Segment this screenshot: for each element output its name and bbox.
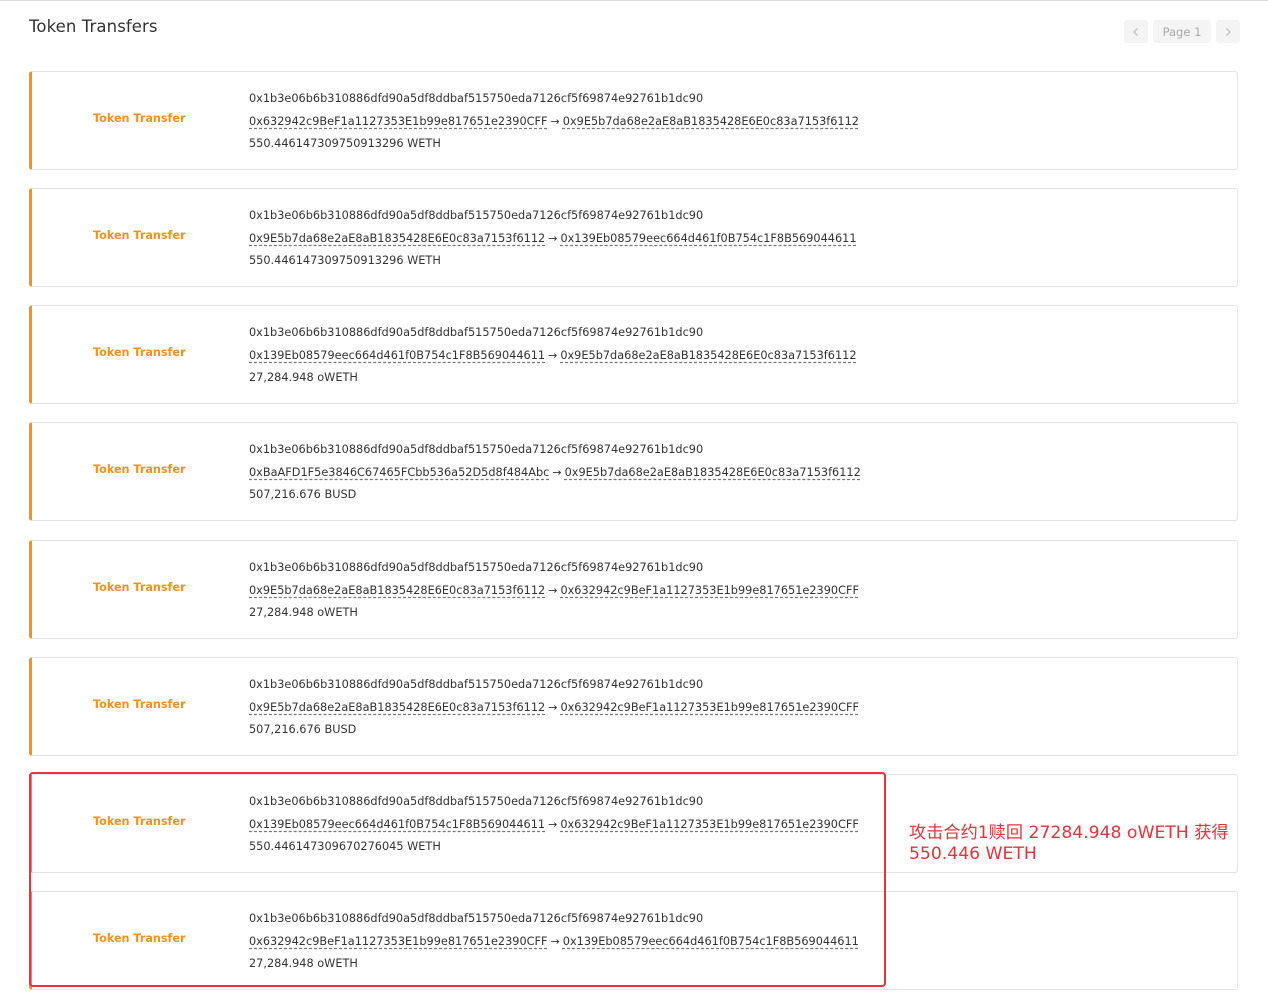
- transfer-amount: 27,284.948 oWETH: [249, 957, 358, 970]
- transfer-route: 0x632942c9BeF1a1127353E1b99e817651e2390C…: [249, 115, 859, 128]
- from-address-link[interactable]: 0x9E5b7da68e2aE8aB1835428E6E0c83a7153f61…: [249, 232, 545, 245]
- transfer-card: Token Transfer 0x1b3e06b6b310886dfd90a5d…: [29, 540, 1238, 639]
- tx-hash[interactable]: 0x1b3e06b6b310886dfd90a5df8ddbaf515750ed…: [249, 912, 703, 925]
- pagination: Page 1: [1124, 20, 1240, 44]
- transfer-card: Token Transfer 0x1b3e06b6b310886dfd90a5d…: [29, 657, 1238, 756]
- next-page-button[interactable]: [1216, 20, 1240, 43]
- transfer-type-label: Token Transfer: [93, 815, 186, 828]
- to-address-link[interactable]: 0x9E5b7da68e2aE8aB1835428E6E0c83a7153f61…: [565, 466, 861, 479]
- transfer-route: 0x139Eb08579eec664d461f0B754c1F8B5690446…: [249, 349, 857, 362]
- chevron-left-icon: [1133, 27, 1138, 36]
- arrow-right-icon: →: [552, 466, 562, 479]
- transfer-route: 0x9E5b7da68e2aE8aB1835428E6E0c83a7153f61…: [249, 232, 857, 245]
- arrow-right-icon: →: [548, 584, 558, 597]
- transfer-card: Token Transfer 0x1b3e06b6b310886dfd90a5d…: [29, 188, 1238, 287]
- annotation-line-1: 攻击合约1赎回 27284.948 oWETH 获得: [909, 823, 1229, 843]
- to-address-link[interactable]: 0x632942c9BeF1a1127353E1b99e817651e2390C…: [560, 818, 859, 831]
- transfer-route: 0x9E5b7da68e2aE8aB1835428E6E0c83a7153f61…: [249, 701, 859, 714]
- page-title: Token Transfers: [29, 17, 158, 36]
- transfer-type-label: Token Transfer: [93, 346, 186, 359]
- to-address-link[interactable]: 0x9E5b7da68e2aE8aB1835428E6E0c83a7153f61…: [563, 115, 859, 128]
- from-address-link[interactable]: 0x9E5b7da68e2aE8aB1835428E6E0c83a7153f61…: [249, 584, 545, 597]
- transfer-route: 0x139Eb08579eec664d461f0B754c1F8B5690446…: [249, 818, 859, 831]
- transfer-amount: 550.446147309750913296 WETH: [249, 254, 441, 267]
- from-address-link[interactable]: 0x9E5b7da68e2aE8aB1835428E6E0c83a7153f61…: [249, 701, 545, 714]
- transfer-card: Token Transfer 0x1b3e06b6b310886dfd90a5d…: [29, 422, 1238, 521]
- tx-hash[interactable]: 0x1b3e06b6b310886dfd90a5df8ddbaf515750ed…: [249, 795, 703, 808]
- tx-hash[interactable]: 0x1b3e06b6b310886dfd90a5df8ddbaf515750ed…: [249, 326, 703, 339]
- transfer-route: 0xBaAFD1F5e3846C67465FCbb536a52D5d8f484A…: [249, 466, 861, 479]
- tx-hash[interactable]: 0x1b3e06b6b310886dfd90a5df8ddbaf515750ed…: [249, 92, 703, 105]
- annotation-line-2: 550.446 WETH: [909, 844, 1037, 864]
- top-divider: [0, 0, 1268, 1]
- from-address-link[interactable]: 0x632942c9BeF1a1127353E1b99e817651e2390C…: [249, 935, 548, 948]
- to-address-link[interactable]: 0x9E5b7da68e2aE8aB1835428E6E0c83a7153f61…: [560, 349, 856, 362]
- transfer-type-label: Token Transfer: [93, 698, 186, 711]
- tx-hash[interactable]: 0x1b3e06b6b310886dfd90a5df8ddbaf515750ed…: [249, 678, 703, 691]
- to-address-link[interactable]: 0x632942c9BeF1a1127353E1b99e817651e2390C…: [560, 701, 859, 714]
- to-address-link[interactable]: 0x139Eb08579eec664d461f0B754c1F8B5690446…: [560, 232, 856, 245]
- tx-hash[interactable]: 0x1b3e06b6b310886dfd90a5df8ddbaf515750ed…: [249, 443, 703, 456]
- prev-page-button[interactable]: [1124, 20, 1148, 43]
- transfer-route: 0x632942c9BeF1a1127353E1b99e817651e2390C…: [249, 935, 859, 948]
- transfer-amount: 27,284.948 oWETH: [249, 371, 358, 384]
- from-address-link[interactable]: 0xBaAFD1F5e3846C67465FCbb536a52D5d8f484A…: [249, 466, 549, 479]
- transfer-type-label: Token Transfer: [93, 932, 186, 945]
- arrow-right-icon: →: [548, 701, 558, 714]
- arrow-right-icon: →: [548, 818, 558, 831]
- to-address-link[interactable]: 0x632942c9BeF1a1127353E1b99e817651e2390C…: [560, 584, 859, 597]
- transfer-card: Token Transfer 0x1b3e06b6b310886dfd90a5d…: [29, 891, 1238, 990]
- transfer-amount: 507,216.676 BUSD: [249, 488, 357, 501]
- from-address-link[interactable]: 0x139Eb08579eec664d461f0B754c1F8B5690446…: [249, 818, 545, 831]
- to-address-link[interactable]: 0x139Eb08579eec664d461f0B754c1F8B5690446…: [563, 935, 859, 948]
- annotation-note: 攻击合约1赎回 27284.948 oWETH 获得 550.446 WETH: [909, 823, 1249, 865]
- transfer-amount: 550.446147309670276045 WETH: [249, 840, 441, 853]
- from-address-link[interactable]: 0x139Eb08579eec664d461f0B754c1F8B5690446…: [249, 349, 545, 362]
- transfer-route: 0x9E5b7da68e2aE8aB1835428E6E0c83a7153f61…: [249, 584, 859, 597]
- transfer-amount: 27,284.948 oWETH: [249, 606, 358, 619]
- transfer-type-label: Token Transfer: [93, 229, 186, 242]
- transfer-type-label: Token Transfer: [93, 463, 186, 476]
- transfer-amount: 550.446147309750913296 WETH: [249, 137, 441, 150]
- current-page-indicator: Page 1: [1153, 20, 1211, 43]
- arrow-right-icon: →: [548, 349, 558, 362]
- arrow-right-icon: →: [550, 115, 560, 128]
- transfer-type-label: Token Transfer: [93, 112, 186, 125]
- tx-hash[interactable]: 0x1b3e06b6b310886dfd90a5df8ddbaf515750ed…: [249, 209, 703, 222]
- tx-hash[interactable]: 0x1b3e06b6b310886dfd90a5df8ddbaf515750ed…: [249, 561, 703, 574]
- transfer-type-label: Token Transfer: [93, 581, 186, 594]
- arrow-right-icon: →: [550, 935, 560, 948]
- transfer-card: Token Transfer 0x1b3e06b6b310886dfd90a5d…: [29, 71, 1238, 170]
- chevron-right-icon: [1226, 27, 1231, 36]
- transfer-amount: 507,216.676 BUSD: [249, 723, 357, 736]
- arrow-right-icon: →: [548, 232, 558, 245]
- transfer-card: Token Transfer 0x1b3e06b6b310886dfd90a5d…: [29, 305, 1238, 404]
- from-address-link[interactable]: 0x632942c9BeF1a1127353E1b99e817651e2390C…: [249, 115, 548, 128]
